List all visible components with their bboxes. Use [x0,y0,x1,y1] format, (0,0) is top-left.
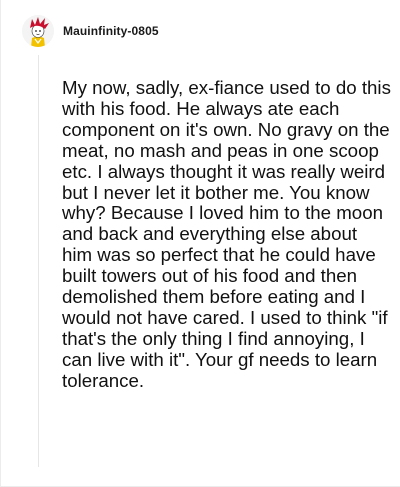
avatar[interactable] [22,15,54,47]
comment-body: My now, sadly, ex-fiance used to do this… [62,77,391,391]
comment-card: Mauinfinity-0805 My now, sadly, ex-fianc… [0,0,400,487]
username[interactable]: Mauinfinity-0805 [63,24,159,38]
thread-line[interactable] [38,55,39,467]
cartoon-character-avatar-icon [22,15,54,47]
